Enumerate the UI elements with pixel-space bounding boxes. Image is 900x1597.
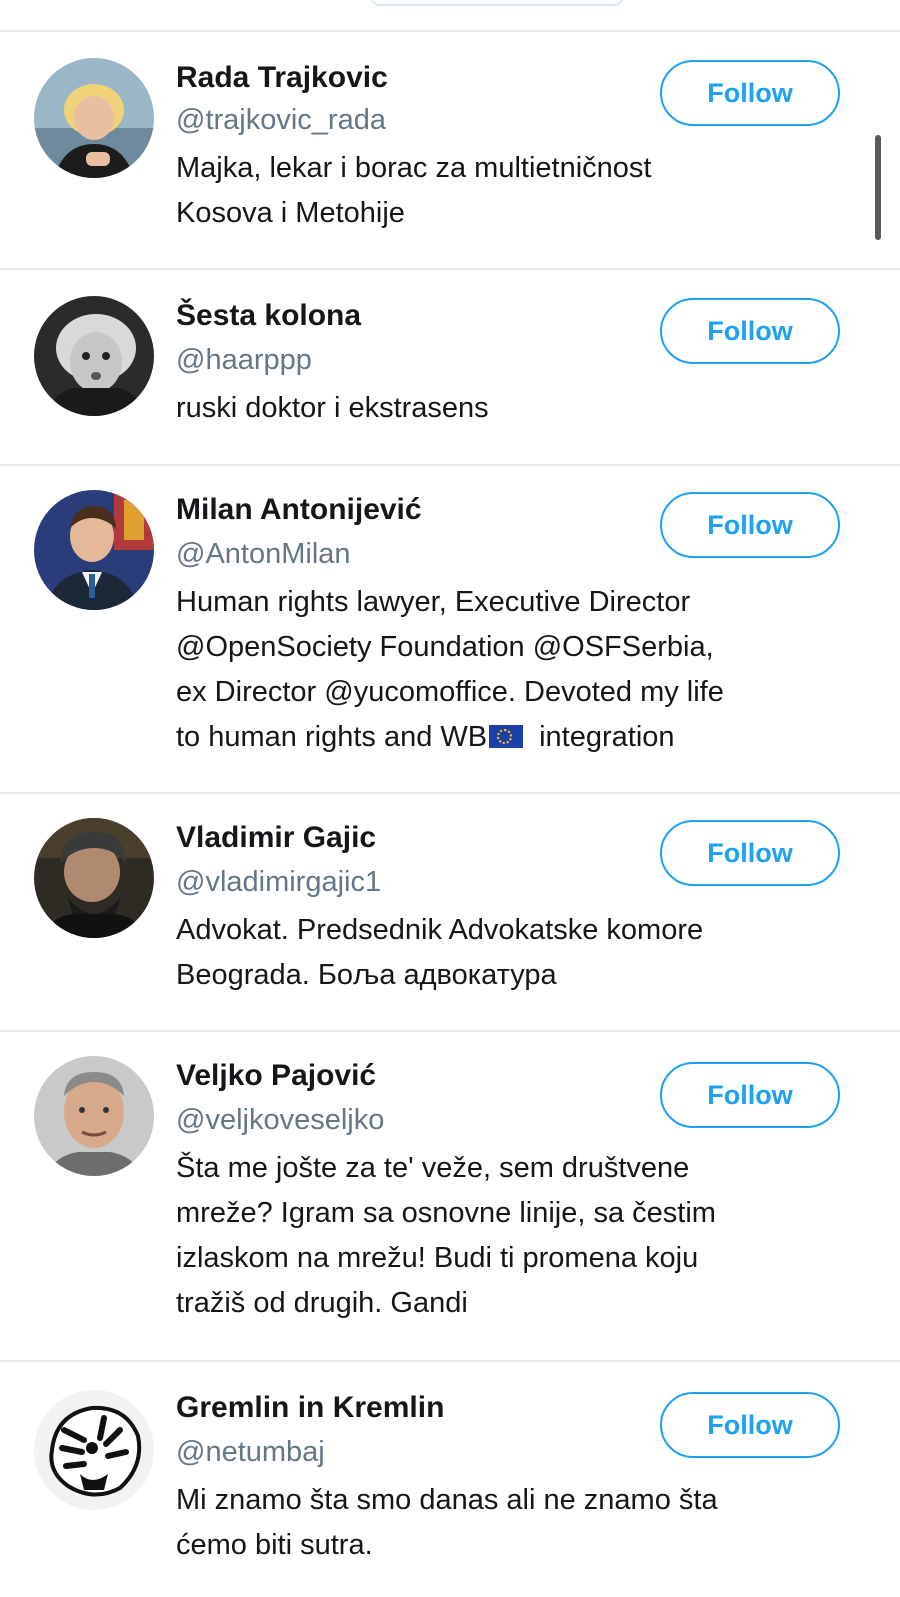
avatar[interactable] <box>34 296 154 416</box>
bio-line: Šta me jošte za te' veže, sem društvene <box>176 1152 690 1184</box>
bio-line: Human rights lawyer, Executive Director <box>176 586 691 618</box>
follow-button[interactable]: Follow <box>660 1392 840 1458</box>
bio-line: Mi znamo šta smo danas ali ne znamo šta <box>176 1484 718 1516</box>
eu-flag-icon <box>489 725 524 748</box>
avatar[interactable] <box>34 490 154 610</box>
user-bio: Mi znamo šta smo danas ali ne znamo šta … <box>176 1478 856 1568</box>
user-row[interactable]: Šesta kolona @haarppp ruski doktor i eks… <box>0 270 900 466</box>
user-row[interactable]: Gremlin in Kremlin @netumbaj Mi znamo št… <box>0 1362 900 1597</box>
bio-text: to human rights and WB <box>176 721 488 753</box>
user-row[interactable]: Vladimir Gajic @vladimirgajic1 Advokat. … <box>0 794 900 1032</box>
bio-line: ex Director @yucomoffice. Devoted my lif… <box>176 676 724 708</box>
user-row[interactable]: Milan Antonijević @AntonMilan Human righ… <box>0 466 900 794</box>
user-name[interactable]: Rada Trajkovic <box>176 60 388 96</box>
user-bio: Majka, lekar i borac za multietničnost K… <box>176 146 856 236</box>
user-bio: Advokat. Predsednik Advokatske komore Be… <box>176 908 856 998</box>
bio-text: integration <box>539 721 675 753</box>
follow-button[interactable]: Follow <box>660 492 840 558</box>
bio-line: to human rights and WB integration <box>176 715 856 760</box>
user-handle[interactable]: @vladimirgajic1 <box>176 864 381 900</box>
bio-line: ruski doktor i ekstrasens <box>176 392 489 424</box>
user-bio: Human rights lawyer, Executive Director … <box>176 580 856 760</box>
user-handle[interactable]: @trajkovic_rada <box>176 102 386 138</box>
bio-line: Beograda. Боља адвокатура <box>176 959 557 991</box>
user-row[interactable]: Rada Trajkovic @trajkovic_rada Majka, le… <box>0 32 900 270</box>
bio-line: izlaskom na mrežu! Budi ti promena koju <box>176 1242 699 1274</box>
avatar[interactable] <box>34 818 154 938</box>
bio-line: tražiš od drugih. Gandi <box>176 1287 468 1319</box>
user-name[interactable]: Gremlin in Kremlin <box>176 1390 444 1426</box>
cut-off-header-element <box>370 0 624 6</box>
user-row[interactable]: Veljko Pajović @veljkoveseljko Šta me jo… <box>0 1032 900 1362</box>
user-handle[interactable]: @haarppp <box>176 342 312 378</box>
user-handle[interactable]: @veljkoveseljko <box>176 1102 384 1138</box>
user-bio: ruski doktor i ekstrasens <box>176 386 856 431</box>
follow-button[interactable]: Follow <box>660 1062 840 1128</box>
avatar[interactable] <box>34 1390 154 1510</box>
top-strip <box>0 0 900 32</box>
bio-line: Kosova i Metohije <box>176 197 405 229</box>
scrollbar-thumb[interactable] <box>875 135 881 240</box>
bio-line: @OpenSociety Foundation @OSFSerbia, <box>176 631 714 663</box>
who-to-follow-list: Rada Trajkovic @trajkovic_rada Majka, le… <box>0 32 900 1597</box>
follow-button[interactable]: Follow <box>660 60 840 126</box>
bio-line: mreže? Igram sa osnovne linije, sa česti… <box>176 1197 716 1229</box>
user-handle[interactable]: @netumbaj <box>176 1434 325 1470</box>
user-name[interactable]: Milan Antonijević <box>176 492 422 528</box>
bio-line: Majka, lekar i borac za multietničnost <box>176 152 652 184</box>
user-name[interactable]: Vladimir Gajic <box>176 820 376 856</box>
user-bio: Šta me jošte za te' veže, sem društvene … <box>176 1146 856 1326</box>
user-handle[interactable]: @AntonMilan <box>176 536 351 572</box>
bio-line: ćemo biti sutra. <box>176 1529 373 1561</box>
bio-line: Advokat. Predsednik Advokatske komore <box>176 914 704 946</box>
avatar[interactable] <box>34 1056 154 1176</box>
avatar[interactable] <box>34 58 154 178</box>
user-name[interactable]: Šesta kolona <box>176 298 361 334</box>
user-name[interactable]: Veljko Pajović <box>176 1058 376 1094</box>
follow-button[interactable]: Follow <box>660 298 840 364</box>
follow-button[interactable]: Follow <box>660 820 840 886</box>
